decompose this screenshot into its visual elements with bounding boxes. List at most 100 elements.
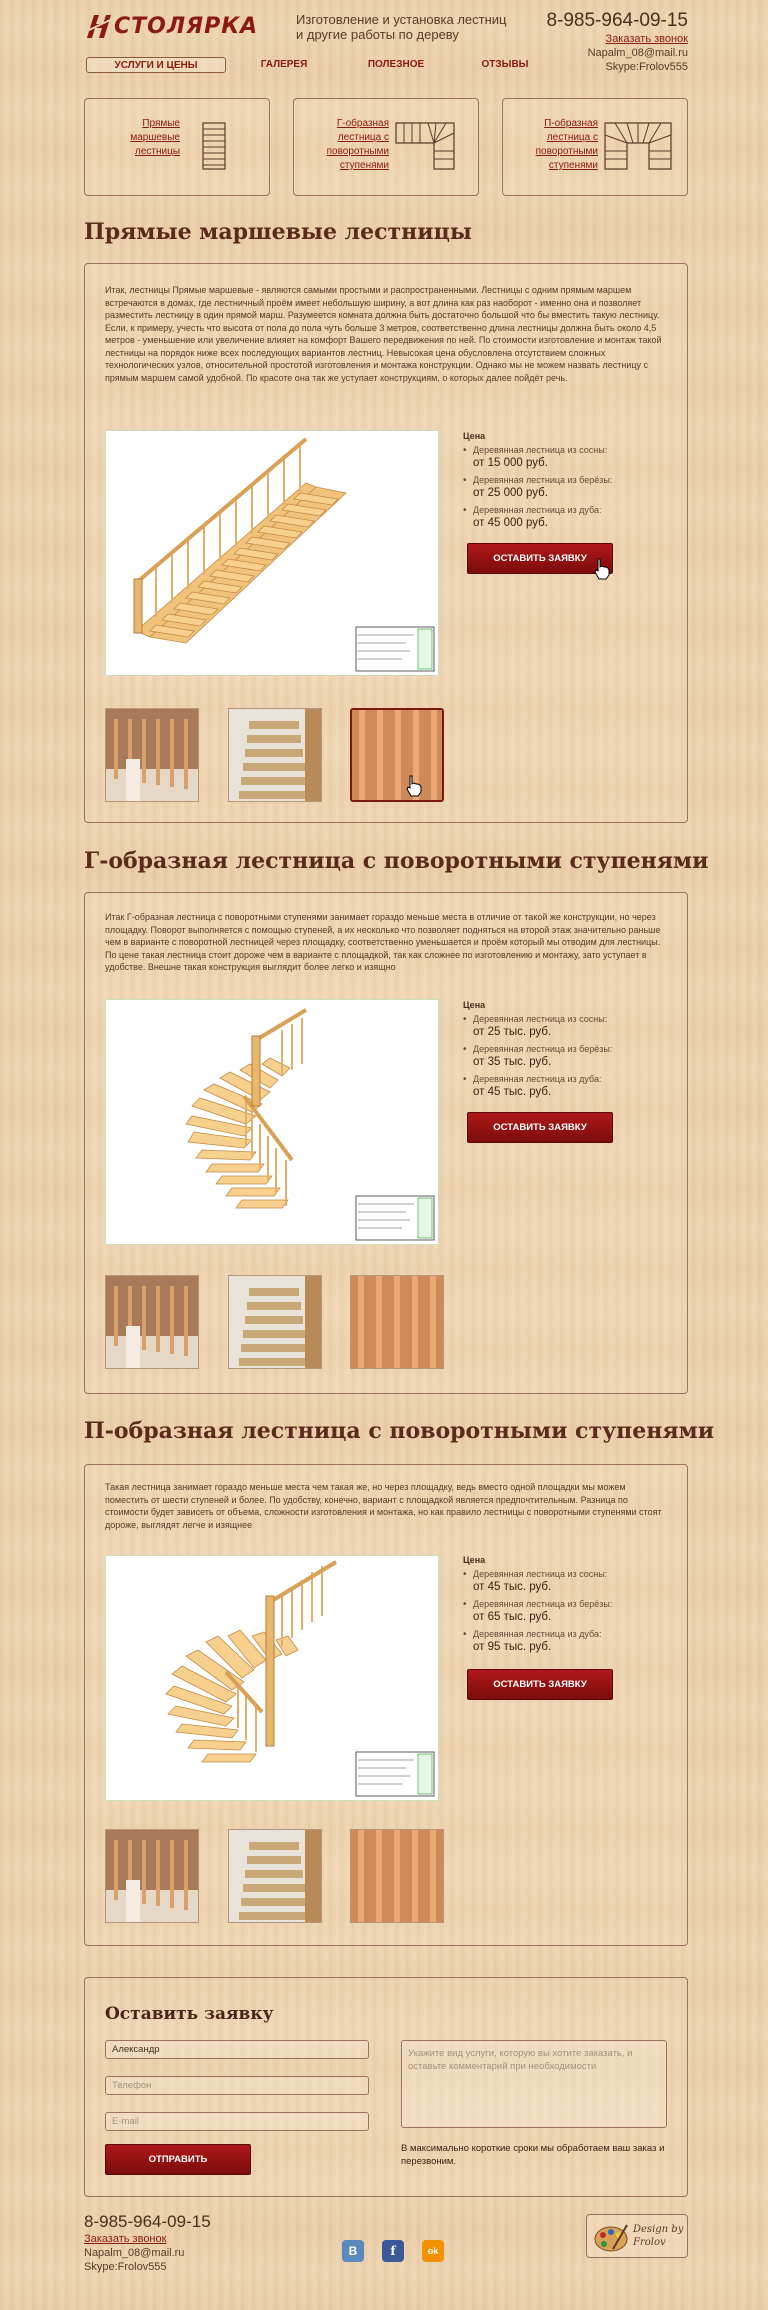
header-phone: 8-985-964-09-15 xyxy=(546,10,688,31)
type-card-straight[interactable]: Прямые маршевые лестницы xyxy=(84,98,270,196)
price-label: Деревянная лестница из берёзы: xyxy=(473,475,613,485)
order-button[interactable]: Оставить заявку xyxy=(467,1112,613,1143)
steps-photo xyxy=(229,709,321,801)
footer-skype: Skype:Frolov555 xyxy=(84,2261,167,2273)
gallery-thumb[interactable] xyxy=(105,1275,199,1369)
order-button[interactable]: Оставить заявку xyxy=(467,1669,613,1700)
price-item: Деревянная лестница из дуба: от 45 тыс. р… xyxy=(463,1074,663,1100)
price-value: от 15 000 руб. xyxy=(473,457,548,469)
price-title: Цена xyxy=(463,1555,486,1565)
price-label: Деревянная лестница из берёзы: xyxy=(473,1044,613,1054)
price-label: Деревянная лестница из дуба: xyxy=(473,1629,602,1639)
price-label: Деревянная лестница из берёзы: xyxy=(473,1599,613,1609)
design-credit[interactable]: Design by Frolov xyxy=(586,2214,688,2258)
balusters-closeup-photo xyxy=(351,1830,443,1922)
balusters-closeup-photo xyxy=(352,710,442,800)
steps-photo xyxy=(229,1276,321,1368)
price-item: Деревянная лестница из берёзы: от 25 000 … xyxy=(463,475,663,501)
name-field[interactable]: Александр xyxy=(105,2040,369,2059)
type-card-u-shaped[interactable]: П-образная лестница с поворотными ступен… xyxy=(502,98,688,196)
price-value: от 65 тыс. руб. xyxy=(473,1611,552,1623)
price-value: от 25 000 руб. xyxy=(473,487,548,499)
section-intro: Итак Г-образная лестница с поворотными с… xyxy=(105,912,661,972)
price-block: Цена Деревянная лестница из сосны: от 15 … xyxy=(463,431,663,535)
price-item: Деревянная лестница из сосны: от 25 тыс. … xyxy=(463,1014,663,1040)
price-value: от 95 тыс. руб. xyxy=(473,1641,552,1653)
price-label: Деревянная лестница из сосны: xyxy=(473,1014,608,1024)
l-stair-icon xyxy=(395,122,455,170)
stair-main-image[interactable] xyxy=(105,999,439,1245)
section-intro: Такая лестница занимает гораздо меньше м… xyxy=(105,1482,662,1530)
price-item: Деревянная лестница из берёзы: от 65 тыс.… xyxy=(463,1599,663,1625)
price-item: Деревянная лестница из дуба: от 95 тыс. р… xyxy=(463,1629,663,1655)
price-title: Цена xyxy=(463,431,486,441)
type-card-l-shaped[interactable]: Г-образная лестница с поворотными ступен… xyxy=(293,98,479,196)
design-credit-text: Design by Frolov xyxy=(633,2224,684,2248)
nav-item-reviews[interactable]: Отзывы xyxy=(470,57,540,73)
form-title: Оставить заявку xyxy=(105,2004,274,2024)
vk-icon[interactable]: В xyxy=(342,2240,364,2262)
section-intro: Итак, лестницы Прямые маршевые - являютс… xyxy=(105,285,662,383)
tagline: Изготовление и установка лестниц и други… xyxy=(296,12,507,42)
price-label: Деревянная лестница из сосны: xyxy=(473,445,608,455)
logo-mark-icon xyxy=(84,15,111,38)
logo[interactable]: столярка xyxy=(84,12,258,40)
price-value: от 25 тыс. руб. xyxy=(473,1026,552,1038)
footer-contacts: 8-985-964-09-15 Заказать звонок Napalm_0… xyxy=(84,2212,211,2274)
nav-item-services[interactable]: Услуги и цены xyxy=(86,57,226,73)
straight-stair-icon xyxy=(202,122,226,170)
gallery-thumb[interactable] xyxy=(350,1829,444,1923)
section-title-straight: Прямые маршевые лестницы xyxy=(84,219,472,245)
l-stair-render xyxy=(185,1008,435,1241)
price-value: от 45 тыс. руб. xyxy=(473,1086,552,1098)
callback-link[interactable]: Заказать звонок xyxy=(606,33,688,45)
balusters-photo xyxy=(106,709,198,801)
price-block: Цена Деревянная лестница из сосны: от 45 … xyxy=(463,1555,663,1659)
gallery-thumb[interactable] xyxy=(228,1829,322,1923)
phone-field[interactable]: Телефон xyxy=(105,2076,369,2095)
type-label[interactable]: Г-образная лестница с поворотными ступен… xyxy=(304,117,389,173)
section-title-u-shaped: П-образная лестница с поворотными ступен… xyxy=(84,1418,715,1444)
type-label[interactable]: П-образная лестница с поворотными ступен… xyxy=(513,117,598,173)
stair-main-image[interactable] xyxy=(105,1555,439,1801)
gallery-thumb[interactable] xyxy=(228,708,322,802)
footer-callback-link[interactable]: Заказать звонок xyxy=(84,2233,166,2245)
gallery-thumb[interactable] xyxy=(105,708,199,802)
facebook-icon[interactable]: f xyxy=(382,2240,404,2262)
balusters-photo xyxy=(106,1830,198,1922)
balusters-closeup-photo xyxy=(351,1276,443,1368)
section-panel-straight: Итак, лестницы Прямые маршевые - являютс… xyxy=(84,263,688,823)
u-stair-render xyxy=(165,1560,435,1797)
price-label: Деревянная лестница из дуба: xyxy=(473,1074,602,1084)
steps-photo xyxy=(229,1830,321,1922)
nav-item-useful[interactable]: Полезное xyxy=(356,57,436,73)
comment-field[interactable]: Укажите вид услуги, которую вы хотите за… xyxy=(401,2040,667,2128)
form-note: В максимально короткие сроки мы обработа… xyxy=(401,2143,665,2167)
gallery-thumb[interactable] xyxy=(228,1275,322,1369)
nav-item-gallery[interactable]: Галерея xyxy=(254,57,314,73)
price-item: Деревянная лестница из сосны: от 15 000 р… xyxy=(463,445,663,471)
email-field[interactable]: E-mail xyxy=(105,2112,369,2131)
order-form: Оставить заявку Александр Телефон E-mail… xyxy=(84,1977,688,2197)
section-panel-u-shaped: Такая лестница занимает гораздо меньше м… xyxy=(84,1464,688,1946)
gallery-thumb[interactable] xyxy=(350,1275,444,1369)
price-item: Деревянная лестница из дуба: от 45 000 ру… xyxy=(463,505,663,531)
stair-main-image[interactable] xyxy=(105,430,439,676)
odnoklassniki-icon[interactable]: ok xyxy=(422,2240,444,2262)
order-button[interactable]: Оставить заявку xyxy=(467,543,613,574)
hand-cursor-icon xyxy=(594,558,610,580)
price-item: Деревянная лестница из сосны: от 45 тыс. … xyxy=(463,1569,663,1595)
u-stair-icon xyxy=(604,122,672,170)
stair-types: Прямые маршевые лестницы Г-образная лест… xyxy=(84,98,688,196)
gallery-thumb-selected[interactable] xyxy=(350,708,444,802)
type-label[interactable]: Прямые маршевые лестницы xyxy=(95,117,180,159)
site-footer: 8-985-964-09-15 Заказать звонок Napalm_0… xyxy=(84,2212,688,2292)
section-title-l-shaped: Г-образная лестница с поворотными ступен… xyxy=(84,848,709,874)
price-value: от 45 тыс. руб. xyxy=(473,1581,552,1593)
price-title: Цена xyxy=(463,1000,486,1010)
straight-stair-render xyxy=(133,437,435,672)
price-value: от 45 000 руб. xyxy=(473,517,548,529)
gallery-thumb[interactable] xyxy=(105,1829,199,1923)
logo-text: столярка xyxy=(114,13,259,39)
submit-button[interactable]: Отправить xyxy=(105,2144,251,2175)
